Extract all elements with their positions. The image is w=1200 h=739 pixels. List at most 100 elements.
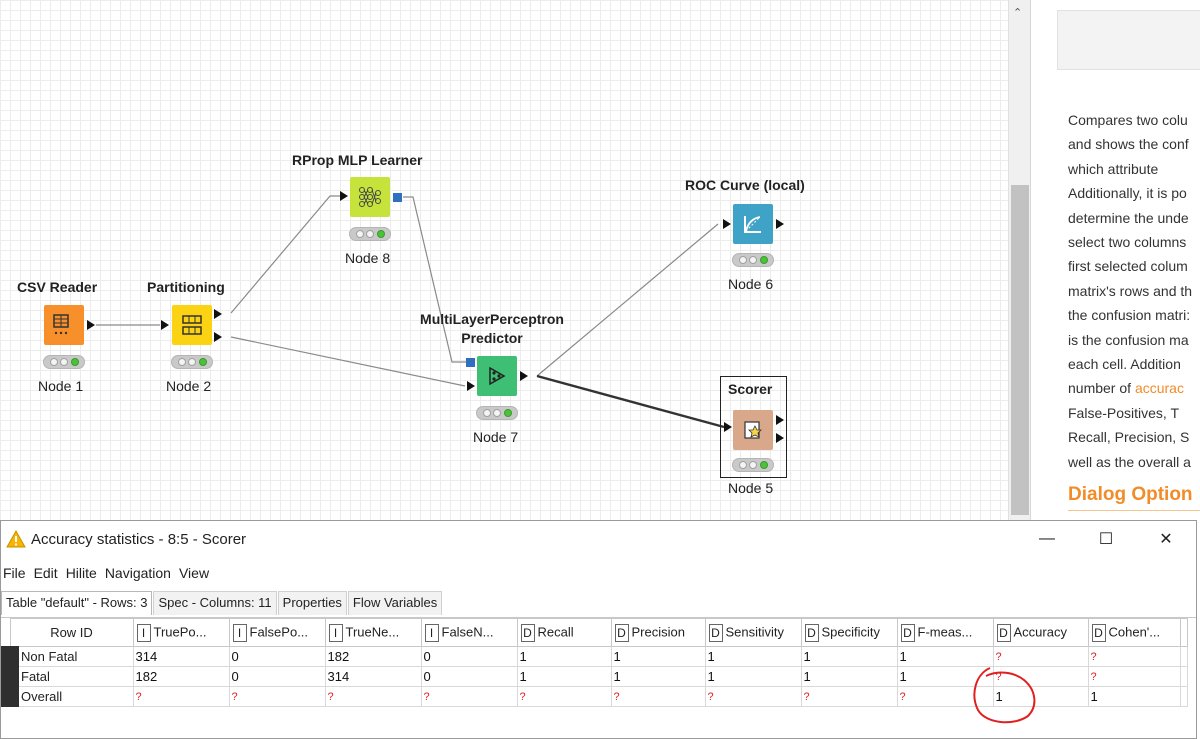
table-cell[interactable]: 0: [228, 646, 326, 667]
table-cell[interactable]: ?: [420, 686, 518, 707]
maximize-button[interactable]: ☐: [1083, 525, 1129, 553]
partitioning-node[interactable]: [172, 305, 212, 345]
table-cell[interactable]: 1: [516, 666, 612, 687]
node-title-csv-reader: CSV Reader: [17, 279, 98, 295]
column-header[interactable]: D Cohen'...: [1087, 618, 1181, 647]
column-header-spacer: [1179, 618, 1188, 647]
column-header[interactable]: I TrueNe...: [324, 618, 422, 647]
table-cell[interactable]: ?: [800, 686, 898, 707]
table-cell[interactable]: ?: [228, 686, 326, 707]
table-cell[interactable]: 0: [228, 666, 326, 687]
table-cell[interactable]: ?: [516, 686, 612, 707]
table-cell[interactable]: 314: [324, 666, 422, 687]
menu-file[interactable]: File: [1, 563, 30, 585]
node-label-1[interactable]: Node 1: [38, 378, 83, 394]
mlp-predictor-node[interactable]: [477, 356, 517, 396]
table-cell[interactable]: 0: [420, 646, 518, 667]
window-titlebar[interactable]: Accuracy statistics - 8:5 - Scorer — ☐ ✕: [1, 521, 1196, 557]
close-button[interactable]: ✕: [1143, 525, 1189, 553]
csv-reader-node[interactable]: [44, 305, 84, 345]
column-header[interactable]: I FalseN...: [420, 618, 518, 647]
column-header[interactable]: D Accuracy: [992, 618, 1089, 647]
row-id-cell[interactable]: Overall: [1, 686, 134, 707]
description-line: Additionally, it is po: [1068, 185, 1187, 202]
column-header[interactable]: D Specificity: [800, 618, 898, 647]
roc-in-port[interactable]: [723, 219, 731, 229]
partitioning-out-port-1[interactable]: [214, 309, 222, 319]
scorer-in-port[interactable]: [724, 422, 732, 432]
table-cell[interactable]: 1: [800, 666, 898, 687]
rprop-in-port[interactable]: [340, 191, 348, 201]
menu-edit[interactable]: Edit: [34, 563, 62, 585]
tab-properties[interactable]: Properties: [277, 591, 347, 615]
table-cell[interactable]: 1: [800, 646, 898, 667]
table-cell[interactable]: 1: [704, 646, 802, 667]
row-id-cell[interactable]: Fatal: [1, 666, 134, 687]
table-cell[interactable]: ?: [1087, 666, 1181, 687]
column-header[interactable]: I FalsePo...: [228, 618, 326, 647]
table-cell[interactable]: ?: [324, 686, 422, 707]
table-cell[interactable]: 1: [610, 646, 706, 667]
table-cell[interactable]: ?: [610, 686, 706, 707]
menu-hilite[interactable]: Hilite: [66, 563, 101, 585]
column-header-label: FalsePo...: [249, 623, 309, 639]
column-header-row-id[interactable]: Row ID: [9, 618, 134, 647]
predictor-data-in-port[interactable]: [467, 381, 475, 391]
table-cell[interactable]: 1: [1087, 686, 1181, 707]
predictor-model-in-port[interactable]: [466, 358, 475, 367]
table-cell[interactable]: 1: [704, 666, 802, 687]
description-text: Compares two colu and shows the conf whi…: [1068, 108, 1200, 474]
column-header[interactable]: I TruePo...: [132, 618, 230, 647]
menu-view[interactable]: View: [179, 563, 213, 585]
predictor-out-port[interactable]: [520, 371, 528, 381]
accuracy-link[interactable]: accurac: [1135, 380, 1184, 396]
scorer-out-port-1[interactable]: [776, 415, 784, 425]
scroll-up-icon[interactable]: ⌃: [1013, 6, 1022, 19]
roc-curve-node[interactable]: [733, 204, 773, 244]
node-label-5[interactable]: Node 5: [728, 480, 773, 496]
table-cell[interactable]: 182: [324, 646, 422, 667]
column-header[interactable]: D Sensitivity: [704, 618, 802, 647]
table-cell[interactable]: 1: [610, 666, 706, 687]
table-cell[interactable]: ?: [132, 686, 230, 707]
node-label-6[interactable]: Node 6: [728, 276, 773, 292]
table-cell[interactable]: 182: [132, 666, 230, 687]
partitioning-in-port[interactable]: [161, 320, 169, 330]
table-cell[interactable]: 0: [420, 666, 518, 687]
table-cell[interactable]: 314: [132, 646, 230, 667]
integer-type-icon: I: [136, 623, 151, 642]
node-label-2[interactable]: Node 2: [166, 378, 211, 394]
integer-type-icon: I: [232, 623, 247, 642]
canvas-vertical-scrollbar[interactable]: ⌃: [1008, 0, 1030, 520]
heading-underline: [1068, 510, 1200, 511]
column-header[interactable]: D Precision: [610, 618, 706, 647]
menu-navigation[interactable]: Navigation: [105, 563, 175, 585]
rprop-learner-node[interactable]: [350, 177, 390, 217]
node-label-7[interactable]: Node 7: [473, 429, 518, 445]
workflow-canvas[interactable]: CSV Reader Node 1 Partitioning Node 2 RP…: [0, 0, 1008, 520]
column-header[interactable]: D Recall: [516, 618, 612, 647]
scorer-node[interactable]: [733, 410, 773, 450]
row-id-cell[interactable]: Non Fatal: [1, 646, 134, 667]
tab-spec[interactable]: Spec - Columns: 11: [153, 591, 277, 615]
scrollbar-thumb[interactable]: [1011, 185, 1029, 515]
column-header-label: Accuracy: [1013, 623, 1067, 639]
table-cell[interactable]: 1: [516, 646, 612, 667]
roc-out-port[interactable]: [776, 219, 784, 229]
description-line: matrix's rows and th: [1068, 282, 1193, 299]
table-cell-spacer: [1179, 646, 1188, 667]
minimize-button[interactable]: —: [1024, 525, 1070, 553]
scorer-out-port-2[interactable]: [776, 433, 784, 443]
csv-reader-out-port[interactable]: [87, 320, 95, 330]
description-line: the confusion matri:: [1068, 307, 1191, 324]
rprop-model-out-port[interactable]: [393, 193, 402, 202]
node-label-8[interactable]: Node 8: [345, 250, 390, 266]
tab-flow-variables[interactable]: Flow Variables: [347, 591, 443, 615]
table-cell[interactable]: ?: [704, 686, 802, 707]
tab-table-default[interactable]: Table "default" - Rows: 3: [1, 591, 153, 615]
description-line: which attribute: [1068, 160, 1159, 177]
column-header[interactable]: D F-meas...: [896, 618, 994, 647]
table-cell[interactable]: ?: [1087, 646, 1181, 667]
partitioning-out-port-2[interactable]: [214, 332, 222, 342]
double-type-icon: D: [996, 623, 1011, 642]
